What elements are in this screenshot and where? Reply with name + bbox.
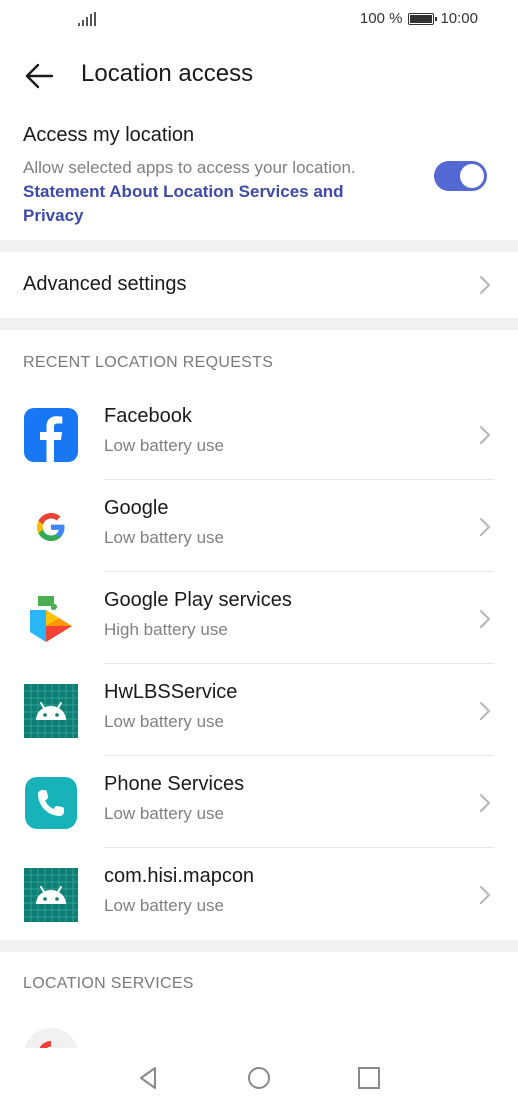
app-name: Facebook xyxy=(104,405,192,427)
chevron-right-icon xyxy=(478,516,492,538)
chevron-right-icon xyxy=(478,792,492,814)
section-divider xyxy=(0,940,518,952)
section-divider xyxy=(0,318,518,330)
chevron-right-icon xyxy=(478,424,492,446)
clock: 10:00 xyxy=(440,10,478,27)
chevron-right-icon xyxy=(478,608,492,630)
app-battery-usage: High battery use xyxy=(104,620,228,639)
page-title: Location access xyxy=(81,60,254,87)
google-play-services-icon xyxy=(30,596,72,642)
app-battery-usage: Low battery use xyxy=(104,712,225,731)
nav-home-icon[interactable] xyxy=(245,1064,273,1092)
list-item-google[interactable]: Google Low battery use xyxy=(0,480,518,572)
app-bar: Location access xyxy=(0,48,518,104)
back-arrow-icon xyxy=(25,63,54,89)
location-privacy-statement-link[interactable]: Statement About Location Services and Pr… xyxy=(23,180,383,228)
access-my-location-row[interactable]: Access my location Allow selected apps t… xyxy=(0,114,518,240)
google-icon xyxy=(24,500,78,554)
battery-icon xyxy=(408,12,438,25)
navigation-bar xyxy=(0,1048,518,1108)
app-name: com.hisi.mapcon xyxy=(104,865,255,887)
list-item-google-play-services[interactable]: Google Play services High battery use xyxy=(0,572,518,664)
app-battery-usage: Low battery use xyxy=(104,528,225,547)
list-item-hwlbsservice[interactable]: HwLBSService Low battery use xyxy=(0,664,518,756)
access-my-location-description: Allow selected apps to access your locat… xyxy=(23,158,356,177)
app-battery-usage: Low battery use xyxy=(104,896,225,915)
signal-icon xyxy=(78,12,96,26)
app-name: Phone Services xyxy=(104,773,245,795)
chevron-right-icon xyxy=(478,274,492,296)
list-item-facebook[interactable]: Facebook Low battery use xyxy=(0,388,518,480)
app-name: HwLBSService xyxy=(104,681,238,703)
nav-recents-icon[interactable] xyxy=(355,1064,383,1092)
toggle-knob xyxy=(460,164,484,188)
android-icon xyxy=(24,868,78,922)
android-icon xyxy=(24,684,78,738)
list-item-phone-services[interactable]: Phone Services Low battery use xyxy=(0,756,518,848)
app-name: Google Play services xyxy=(104,589,292,611)
chevron-right-icon xyxy=(478,884,492,906)
app-name: Google xyxy=(104,497,169,519)
recent-requests-header: RECENT LOCATION REQUESTS xyxy=(23,354,274,371)
location-services-header: LOCATION SERVICES xyxy=(23,975,194,992)
access-location-toggle[interactable] xyxy=(434,161,487,191)
list-item-com-hisi-mapcon[interactable]: com.hisi.mapcon Low battery use xyxy=(0,848,518,940)
access-my-location-title: Access my location xyxy=(23,124,195,146)
status-bar: 100 % 10:00 xyxy=(0,0,518,40)
back-button[interactable] xyxy=(22,58,58,94)
battery-percent: 100 % xyxy=(359,10,403,27)
advanced-settings-row[interactable]: Advanced settings xyxy=(0,252,518,318)
chevron-right-icon xyxy=(478,700,492,722)
nav-back-icon[interactable] xyxy=(135,1064,163,1092)
phone-services-icon xyxy=(25,777,77,829)
section-divider xyxy=(0,240,518,252)
app-battery-usage: Low battery use xyxy=(104,804,225,823)
app-battery-usage: Low battery use xyxy=(104,436,225,455)
advanced-settings-label: Advanced settings xyxy=(23,273,187,295)
facebook-icon xyxy=(24,408,78,462)
